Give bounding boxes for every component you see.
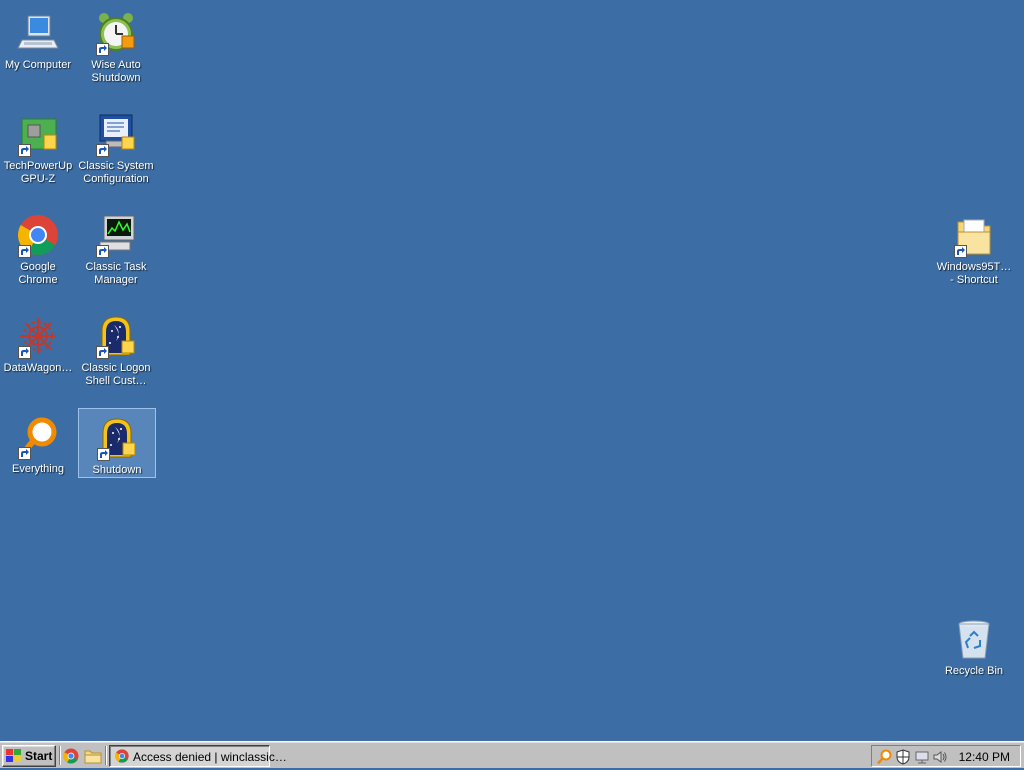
quicklaunch-chrome-icon[interactable] (62, 747, 80, 765)
system-config-icon (92, 111, 140, 159)
desktop-icon-shutdown[interactable]: Shutdown (78, 408, 156, 478)
start-button[interactable]: Start (2, 745, 56, 767)
start-label: Start (25, 749, 53, 763)
desktop-icon-gpu-z[interactable]: TechPowerUp GPU-Z (0, 105, 76, 185)
icon-label: DataWagon… (3, 362, 73, 374)
desktop-icon-my-computer[interactable]: My Computer (0, 4, 76, 72)
icon-label: Recycle Bin (944, 665, 1004, 677)
recycle-bin-icon (950, 616, 998, 664)
quicklaunch-folder-icon[interactable] (84, 747, 102, 765)
shield-icon[interactable] (895, 749, 911, 765)
shortcut-arrow-icon (97, 448, 110, 461)
shortcut-arrow-icon (18, 144, 31, 157)
chrome-icon (114, 748, 130, 764)
task-button-label: Access denied | winclassic… (133, 750, 287, 764)
icon-label: Classic Logon Shell Cust… (81, 362, 151, 387)
icon-label: Wise Auto Shutdown (91, 59, 141, 84)
shortcut-arrow-icon (954, 245, 967, 258)
desktop-icon-classic-task-manager[interactable]: Classic Task Manager (78, 206, 154, 286)
shortcut-arrow-icon (96, 346, 109, 359)
taskbar-separator (59, 746, 61, 765)
network-icon[interactable] (914, 749, 930, 765)
logon-shell-icon (93, 415, 141, 463)
icon-label: Shutdown (92, 464, 142, 476)
taskbar-separator (105, 746, 107, 765)
desktop-icon-google-chrome[interactable]: Google Chrome (0, 206, 76, 286)
alarm-clock-icon (92, 10, 140, 58)
shortcut-arrow-icon (96, 245, 109, 258)
speaker-icon[interactable] (932, 749, 948, 765)
icon-label: Everything (12, 463, 64, 475)
desktop-icon-recycle-bin[interactable]: Recycle Bin (936, 610, 1012, 678)
taskbar: Start Access denied | winclassic… 12:40 … (0, 741, 1024, 768)
folder-icon (950, 212, 998, 260)
shortcut-arrow-icon (96, 144, 109, 157)
desktop-icon-classic-system-configuration[interactable]: Classic System Configuration (78, 105, 154, 185)
windows-logo-icon (6, 749, 22, 763)
desktop-icon-classic-logon-shell[interactable]: Classic Logon Shell Cust… (78, 307, 154, 387)
icon-label: TechPowerUp GPU-Z (3, 160, 73, 185)
logon-shell-icon (92, 313, 140, 361)
chrome-icon (14, 212, 62, 260)
icon-label: My Computer (4, 59, 72, 71)
desktop: My Computer Wise Auto Shutdown TechPower… (0, 0, 1024, 741)
magnifier-icon[interactable] (876, 749, 892, 765)
icon-label: Windows95T… - Shortcut (936, 261, 1012, 286)
icon-label: Classic Task Manager (85, 261, 147, 286)
shortcut-arrow-icon (18, 245, 31, 258)
computer-icon (14, 10, 62, 58)
icon-label: Google Chrome (18, 261, 58, 286)
gear-flower-icon (14, 313, 62, 361)
shortcut-arrow-icon (18, 346, 31, 359)
desktop-icon-datawagon[interactable]: DataWagon… (0, 307, 76, 375)
gpu-card-icon (14, 111, 62, 159)
desktop-icon-wise-auto-shutdown[interactable]: Wise Auto Shutdown (78, 4, 154, 84)
clock[interactable]: 12:40 PM (959, 750, 1010, 764)
system-tray: 12:40 PM (871, 745, 1021, 767)
shortcut-arrow-icon (96, 43, 109, 56)
magnifier-icon (14, 414, 62, 462)
icon-label: Classic System Configuration (78, 160, 154, 185)
task-manager-icon (92, 212, 140, 260)
desktop-icon-everything[interactable]: Everything (0, 408, 76, 476)
shortcut-arrow-icon (18, 447, 31, 460)
desktop-icon-windows95-shortcut[interactable]: Windows95T… - Shortcut (936, 206, 1012, 286)
task-button-chrome[interactable]: Access denied | winclassic… (109, 745, 287, 767)
